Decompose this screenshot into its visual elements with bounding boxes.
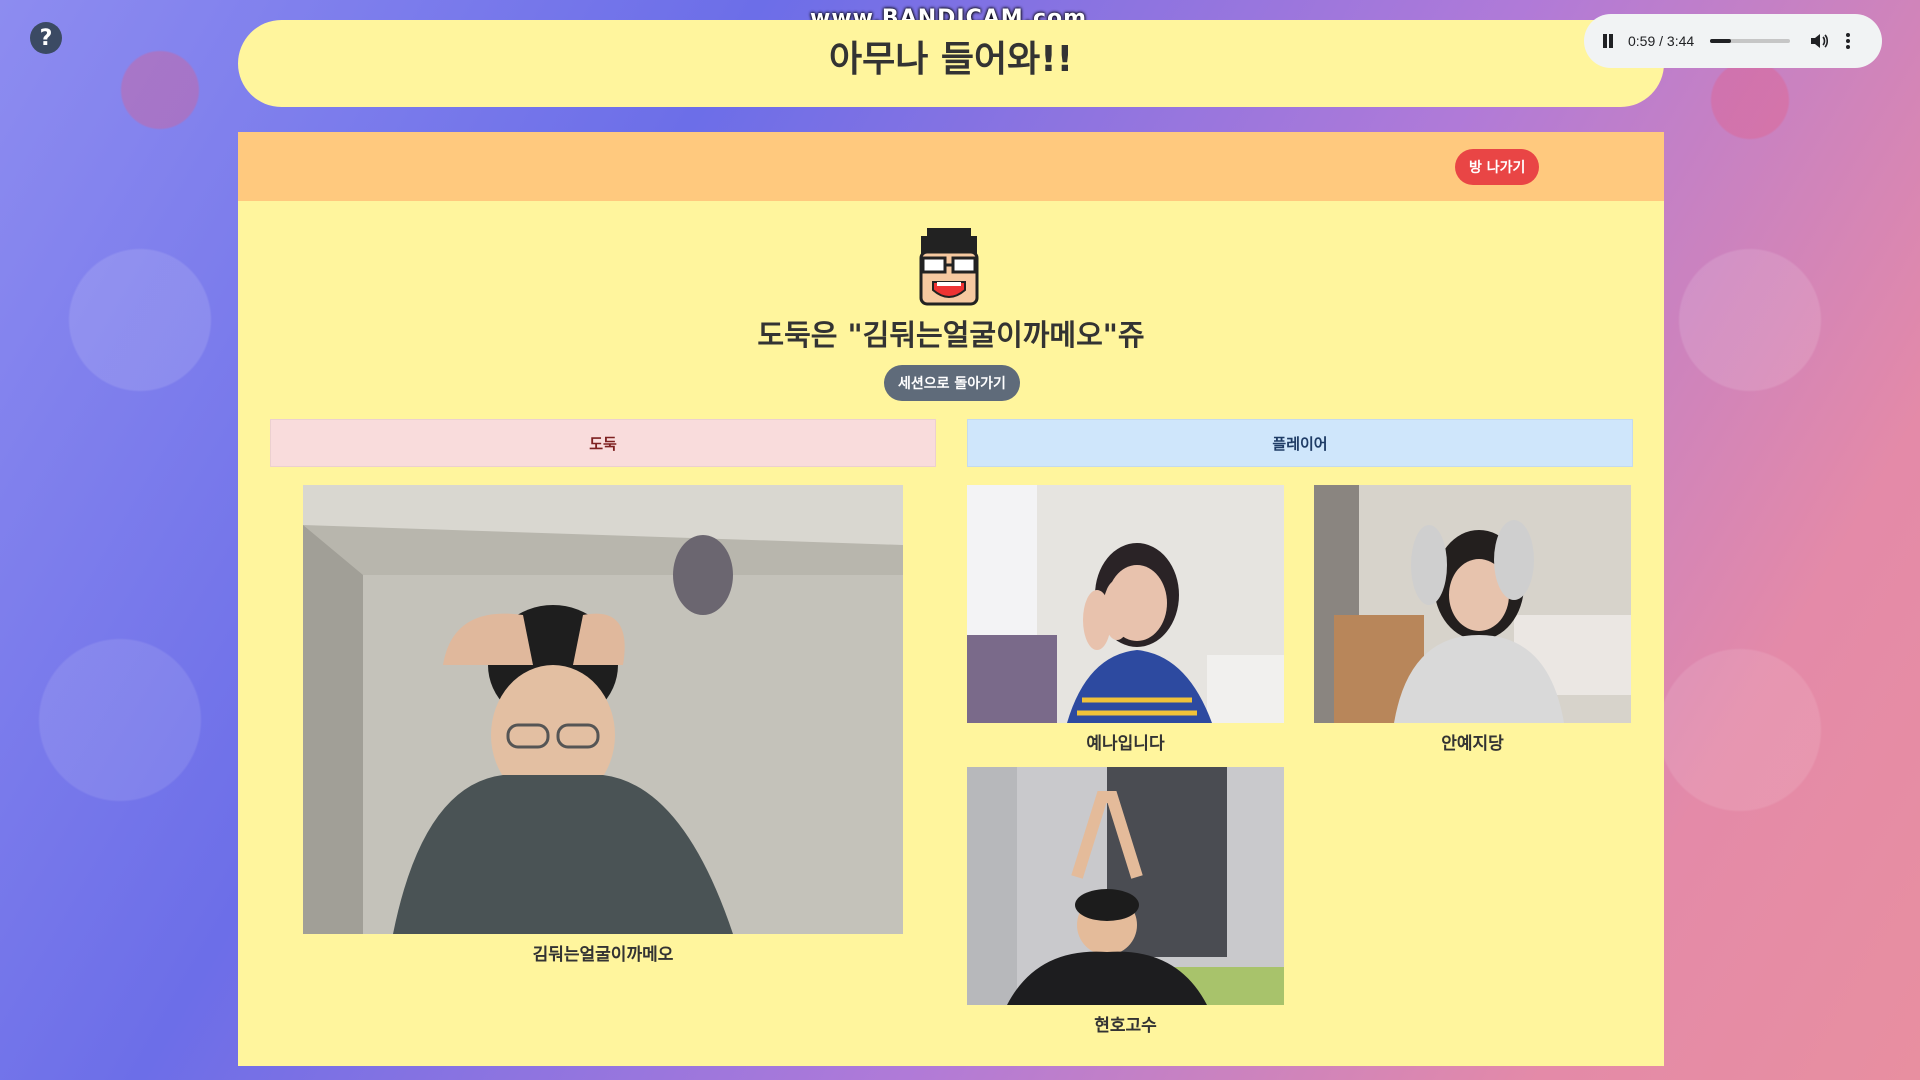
- pause-icon[interactable]: [1602, 34, 1614, 48]
- thief-video-name: 김둬는얼굴이까메오: [532, 945, 674, 965]
- player-video-name: 안예지당: [1441, 734, 1504, 754]
- back-to-session-button[interactable]: 세션으로 돌아가기: [884, 365, 1020, 401]
- leave-room-button[interactable]: 방 나가기: [1455, 149, 1540, 185]
- thief-section-header: 도둑: [270, 419, 936, 467]
- help-icon[interactable]: ?: [30, 22, 62, 54]
- game-panel: 방 나가기 도둑은 "김둬는얼굴이까메오"쥬 세션으로 돌아가기 도둑 플레이어: [238, 132, 1664, 1066]
- panel-header: 방 나가기: [238, 132, 1664, 201]
- volume-icon[interactable]: [1810, 33, 1829, 49]
- player-video: [1314, 485, 1631, 723]
- audio-progress-bar[interactable]: [1710, 39, 1791, 43]
- player-video-name: 현호고수: [1094, 1016, 1157, 1036]
- player-video-name: 예나입니다: [1086, 734, 1165, 754]
- audio-progress-fill: [1710, 39, 1731, 43]
- title-bar: 아무나 들어와!!: [238, 20, 1664, 107]
- player-section-header: 플레이어: [967, 419, 1633, 467]
- audio-time: 0:59 / 3:44: [1628, 33, 1695, 49]
- thief-avatar-icon: [919, 228, 979, 306]
- player-video: [967, 767, 1284, 1005]
- player-video: [967, 485, 1284, 723]
- audio-player: 0:59 / 3:44: [1584, 14, 1882, 68]
- thief-announcement: 도둑은 "김둬는얼굴이까메오"쥬: [757, 318, 1145, 352]
- more-vert-icon[interactable]: [1846, 33, 1851, 49]
- page-title: 아무나 들어와!!: [828, 38, 1074, 80]
- thief-video: [303, 485, 903, 934]
